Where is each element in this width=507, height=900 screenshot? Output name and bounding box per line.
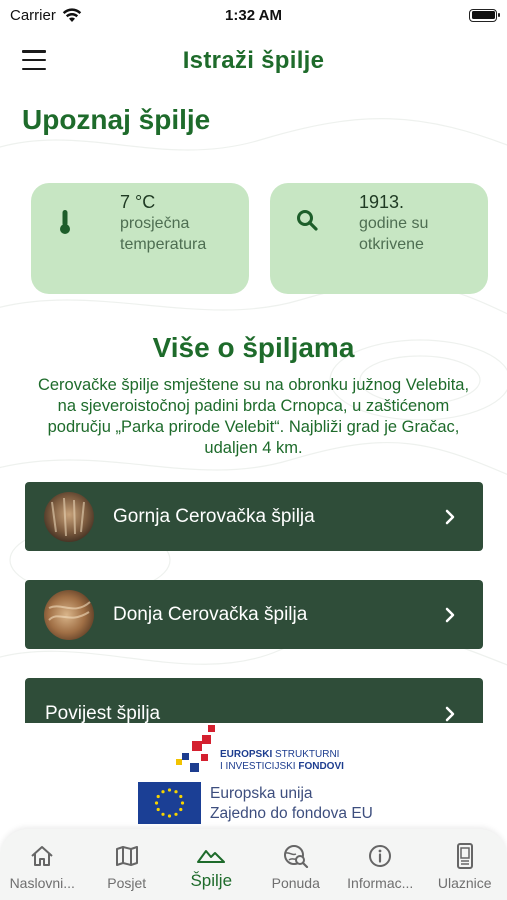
list-item-gornja-spilja[interactable]: Gornja Cerovačka špilja	[25, 482, 483, 551]
more-title: Više o špiljama	[152, 332, 355, 363]
status-time: 1:32 AM	[225, 6, 282, 24]
carrier-label: Carrier	[10, 6, 56, 24]
wifi-icon	[62, 7, 82, 22]
cave-thumbnail	[44, 491, 94, 542]
globe-search-icon	[283, 845, 308, 868]
more-description: Cerovačke špilje smještene su na obronku…	[37, 376, 470, 457]
search-icon	[297, 210, 318, 231]
hamburger-menu-icon[interactable]	[22, 50, 46, 70]
esif-text: EUROPSKI STRUKTURNI I INVESTICIJSKI FOND…	[220, 749, 344, 772]
eu-flag-icon	[138, 782, 201, 824]
thermometer-icon	[60, 210, 70, 234]
tab-label: Informac...	[347, 875, 414, 891]
chevron-right-icon	[445, 509, 455, 524]
list-item-label: Donja Cerovačka špilja	[113, 603, 308, 625]
tab-label: Ulaznice	[437, 875, 492, 891]
tab-posjet[interactable]: Posjet	[85, 829, 170, 900]
info-icon	[369, 845, 392, 867]
tab-ponuda[interactable]: Ponuda	[254, 829, 339, 900]
funding-logos: EUROPSKI STRUKTURNI I INVESTICIJSKI FOND…	[0, 723, 507, 831]
stat-value: 1913.	[359, 192, 405, 212]
section-title: Upoznaj špilje	[22, 104, 211, 135]
tab-ulaznice[interactable]: Ulaznice	[423, 829, 507, 900]
esif-logo-icon	[176, 725, 215, 772]
status-left: Carrier	[10, 7, 82, 24]
nav-header: Istraži špilje	[0, 38, 507, 84]
stat-card-temperature: 7 °C prosječna temperatura	[31, 183, 249, 294]
stat-label: godine su otkrivene	[359, 215, 429, 253]
list-item-label: Povijest špilja	[45, 703, 161, 724]
ticket-phone-icon	[456, 843, 473, 869]
tab-label: Naslovni...	[9, 875, 75, 891]
mountains-icon	[197, 850, 226, 863]
page-title: Istraži špilje	[182, 47, 325, 74]
status-bar: Carrier 1:32 AM	[0, 0, 507, 30]
tab-label: Ponuda	[271, 875, 320, 891]
tab-informacije[interactable]: Informac...	[338, 829, 423, 900]
home-icon	[31, 846, 53, 866]
stat-label: prosječna temperatura	[120, 215, 207, 253]
cave-thumbnail	[44, 589, 94, 640]
tab-spilje[interactable]: Špilje	[169, 829, 254, 900]
stat-value: 7 °C	[120, 192, 156, 212]
battery-icon	[469, 8, 500, 22]
map-icon	[115, 846, 138, 866]
chevron-right-icon	[445, 706, 455, 722]
tab-label: Špilje	[190, 871, 233, 890]
tab-naslovnica[interactable]: Naslovni...	[0, 829, 85, 900]
list-item-donja-spilja[interactable]: Donja Cerovačka špilja	[25, 580, 483, 649]
tab-label: Posjet	[107, 875, 147, 891]
tab-bar: Naslovni... Posjet Špilje Ponuda Informa…	[0, 829, 507, 900]
stat-card-discovered: 1913. godine su otkrivene	[270, 183, 488, 294]
list-item-label: Gornja Cerovačka špilja	[113, 505, 315, 527]
chevron-right-icon	[445, 607, 455, 622]
eu-text: Europska unija Zajedno do fondova EU	[210, 785, 373, 822]
